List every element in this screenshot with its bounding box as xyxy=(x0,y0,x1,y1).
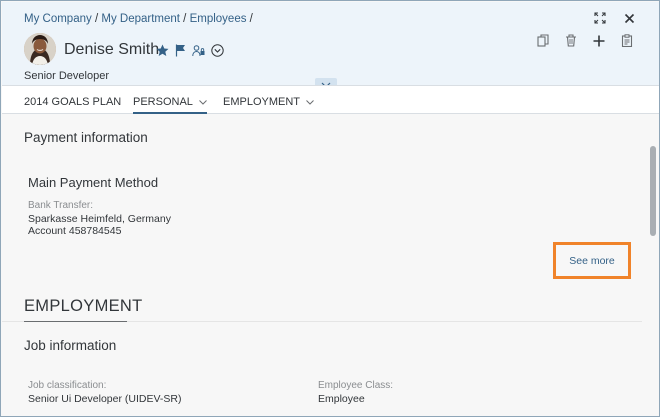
locked-user-icon[interactable] xyxy=(192,44,205,57)
breadcrumb-link-department[interactable]: My Department xyxy=(101,13,180,25)
flag-icon[interactable] xyxy=(175,44,186,57)
tab-label: EMPLOYMENT xyxy=(223,96,301,108)
tab-label: 2014 GOALS PLAN xyxy=(24,96,122,108)
fullscreen-icon[interactable] xyxy=(594,12,606,24)
bank-name-value: Sparkasse Heimfeld, Germany xyxy=(28,213,171,225)
employee-class-value: Employee xyxy=(318,393,365,405)
page-title: Denise Smith xyxy=(64,41,160,58)
copy-icon[interactable] xyxy=(537,34,549,47)
star-icon[interactable] xyxy=(156,44,169,57)
header-actions xyxy=(537,34,633,47)
tab-personal[interactable]: PERSONAL xyxy=(133,96,207,114)
bank-account-value: Account 458784545 xyxy=(28,225,122,237)
payment-method-title: Main Payment Method xyxy=(28,175,159,190)
employee-class-label: Employee Class: xyxy=(318,380,394,391)
object-page-content: Payment information Main Payment Method … xyxy=(2,115,659,416)
breadcrumb: My Company / My Department / Employees / xyxy=(24,13,253,25)
delete-icon[interactable] xyxy=(565,34,577,47)
employment-heading-underline xyxy=(24,321,127,322)
job-classification-value: Senior Ui Developer (UIDEV-SR) xyxy=(28,393,182,405)
employment-section-heading: EMPLOYMENT xyxy=(24,297,143,315)
breadcrumb-separator: / xyxy=(249,13,253,25)
vertical-scrollbar[interactable] xyxy=(650,146,656,236)
tab-2014-goals-plan[interactable]: 2014 GOALS PLAN xyxy=(24,96,121,108)
anchor-bar: 2014 GOALS PLAN PERSONAL EMPLOYMENT xyxy=(2,85,659,114)
title-icon-group xyxy=(156,44,224,57)
chevron-down-icon xyxy=(306,97,314,107)
see-more-highlight: See more xyxy=(553,242,631,279)
job-info-section-title: Job information xyxy=(24,338,117,353)
see-more-button[interactable]: See more xyxy=(569,255,615,267)
page-subtitle: Senior Developer xyxy=(24,70,109,82)
breadcrumb-separator: / xyxy=(94,13,99,25)
chevron-circle-icon[interactable] xyxy=(211,44,224,57)
job-classification-label: Job classification: xyxy=(28,380,107,391)
avatar xyxy=(24,33,56,65)
object-page: My Company / My Department / Employees / xyxy=(0,0,660,417)
close-icon[interactable] xyxy=(624,12,635,24)
breadcrumb-link-company[interactable]: My Company xyxy=(24,13,92,25)
breadcrumb-separator: / xyxy=(183,13,187,25)
breadcrumb-link-employees[interactable]: Employees xyxy=(190,13,247,25)
object-page-header: My Company / My Department / Employees / xyxy=(2,2,659,85)
add-icon[interactable] xyxy=(593,35,605,47)
tab-employment[interactable]: EMPLOYMENT xyxy=(223,96,314,108)
payment-section-title: Payment information xyxy=(24,130,148,145)
chevron-down-icon xyxy=(199,97,207,107)
bank-transfer-label: Bank Transfer: xyxy=(28,200,94,211)
tab-label: PERSONAL xyxy=(133,96,193,108)
header-window-actions xyxy=(594,12,635,24)
clipboard-icon[interactable] xyxy=(621,34,633,47)
